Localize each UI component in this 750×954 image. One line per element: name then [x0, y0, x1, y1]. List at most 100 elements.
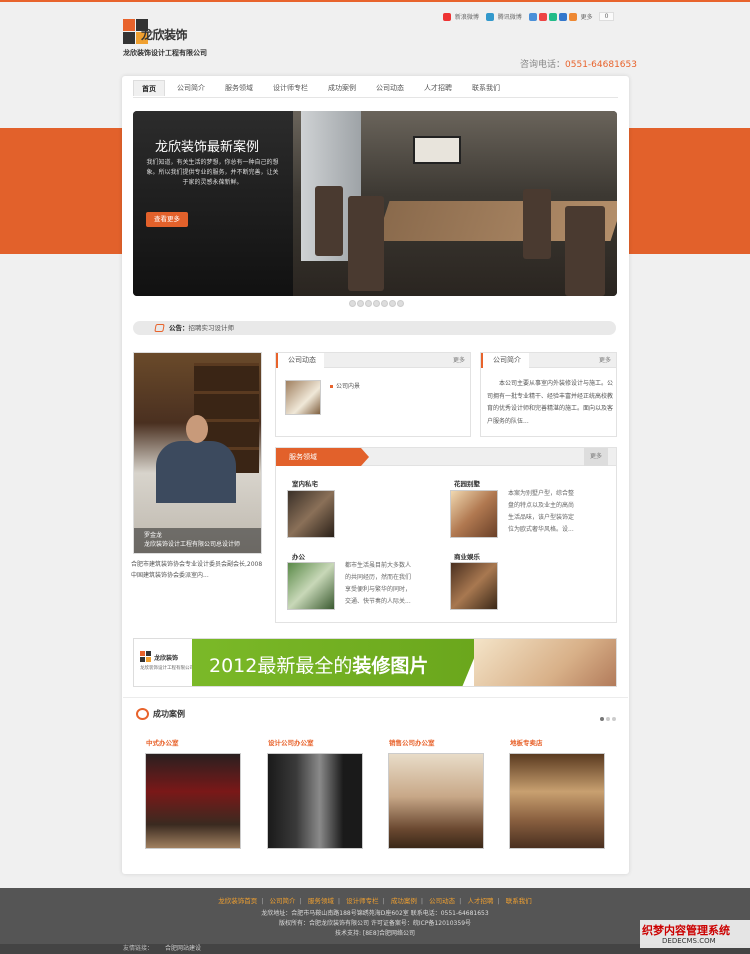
tencent-weibo-icon[interactable] — [485, 12, 494, 21]
case-image[interactable] — [145, 753, 241, 849]
share-plus-icon[interactable] — [568, 12, 577, 21]
footer-link[interactable]: 人才招聘 — [467, 897, 493, 905]
footer-info: 龙欣地址：合肥市马鞍山南路188号锦绣苑海D座602室 联系电话：0551-64… — [0, 909, 750, 939]
site-logo[interactable]: 龙欣装饰 龙欣装饰设计工程有限公司 — [123, 19, 243, 59]
logo-subtitle: 龙欣装饰设计工程有限公司 — [123, 49, 207, 57]
friend-label: 友情链接： — [123, 945, 154, 952]
service-image-residence[interactable] — [287, 490, 335, 538]
friend-links-bar: 友情链接： 合肥网站建设 — [0, 944, 750, 954]
top-accent-line — [0, 0, 750, 2]
notice-bar: 公告：招聘实习设计师 — [133, 321, 616, 335]
service-title-commercial[interactable]: 商业娱乐 — [454, 551, 480, 561]
news-thumbnail[interactable] — [285, 380, 321, 415]
nav-item-services[interactable]: 服务领域 — [217, 80, 261, 96]
qzone-icon[interactable] — [528, 12, 537, 21]
ad-photo — [474, 639, 616, 686]
case-item[interactable]: 销售公司办公室 — [388, 737, 484, 849]
news-more-link[interactable]: 更多 — [453, 353, 465, 368]
notice-text[interactable]: 招聘实习设计师 — [189, 324, 235, 332]
watermark-line2: DEDECMS.COM — [662, 937, 716, 945]
renren-icon[interactable] — [538, 12, 547, 21]
share-more-link[interactable]: 更多 — [581, 12, 593, 21]
ad-logo-text: 龙欣装饰 — [154, 655, 179, 662]
share-bar: 新浪微博 腾讯微博 更多 0 — [443, 12, 615, 24]
case-item[interactable]: 地板专卖店 — [509, 737, 605, 849]
case-image[interactable] — [509, 753, 605, 849]
nav-item-about[interactable]: 公司简介 — [169, 80, 213, 96]
nav-item-contact[interactable]: 联系我们 — [464, 80, 508, 96]
news-title: 公司动态 — [276, 353, 324, 368]
service-title-residence[interactable]: 室内私宅 — [292, 478, 318, 488]
ad-headline: 2012最新最全的装修图片 — [209, 655, 429, 677]
service-image-office[interactable] — [287, 562, 335, 610]
footer: 龙欣装饰首页 | 公司简介 | 服务领域 | 设计师专栏 | 成功案例 | 公司动态 | 人… — [0, 888, 750, 944]
footer-support: 技术支持: [8E8]合肥网络公司 — [334, 930, 416, 937]
footer-link[interactable]: 公司动态 — [429, 897, 455, 905]
banner-pagination[interactable] — [349, 300, 405, 308]
designer-title: 龙欣装饰设计工程有限公司总设计师 — [144, 541, 241, 548]
watermark: 织梦内容管理系统 DEDECMS.COM — [640, 920, 750, 948]
people-icon — [136, 708, 149, 720]
case-title[interactable]: 设计公司办公室 — [267, 737, 363, 753]
banner-photo[interactable] — [293, 111, 617, 296]
about-text: 本公司主要从事室内外装修设计与施工。公司拥有一批专业精干、经验丰富并经正统高校教… — [487, 380, 614, 425]
service-desc-office: 都市生活虽目前大多数人的共同经历，然而在我们享受便利与繁华的同时，交通、快节奏的… — [345, 562, 412, 605]
cases-heading: 成功案例 — [136, 708, 185, 720]
case-title[interactable]: 中式办公室 — [145, 737, 241, 753]
share-tencent-link[interactable]: 腾讯微博 — [498, 12, 522, 21]
nav-item-home[interactable]: 首页 — [133, 80, 165, 96]
service-title-villa[interactable]: 花园别墅 — [454, 478, 480, 488]
banner-more-button[interactable]: 查看更多 — [146, 212, 188, 227]
footer-link[interactable]: 成功案例 — [391, 897, 417, 905]
ad-banner[interactable]: 龙欣装饰 龙欣装饰设计工程有限公司 2012最新最全的装修图片 — [133, 638, 617, 687]
logo-title: 龙欣装饰 — [141, 28, 188, 42]
footer-address: 龙欣地址：合肥市马鞍山南路188号锦绣苑海D座602室 联系电话：0551-64… — [261, 910, 489, 917]
banner-description: 我们知道，有关生活的梦想，你总有一种自己的想象。所以我们提供专业的服务，并不断完… — [146, 159, 279, 186]
case-title[interactable]: 销售公司办公室 — [388, 737, 484, 753]
designer-caption: 罗金龙 龙欣装饰设计工程有限公司总设计师 — [134, 528, 261, 553]
service-image-villa[interactable] — [450, 490, 498, 538]
notice-label: 公告： — [169, 324, 189, 332]
case-item[interactable]: 中式办公室 — [145, 737, 241, 849]
ad-logo-sub: 龙欣装饰设计工程有限公司 — [140, 666, 194, 671]
service-image-commercial[interactable] — [450, 562, 498, 610]
service-title-office[interactable]: 办公 — [292, 551, 305, 561]
designer-name: 罗金龙 — [144, 532, 163, 539]
banner-title: 龙欣装饰最新案例 — [155, 140, 260, 155]
footer-link[interactable]: 联系我们 — [506, 897, 532, 905]
about-title: 公司简介 — [481, 353, 529, 368]
footer-link[interactable]: 设计师专栏 — [346, 897, 379, 905]
case-title[interactable]: 地板专卖店 — [509, 737, 605, 753]
share-sina-link[interactable]: 新浪微博 — [455, 12, 479, 21]
footer-copyright: 版权所有：合肥龙欣装饰有限公司 许可证备案号：皖ICP备12010359号 — [278, 920, 472, 927]
designer-photo[interactable]: 罗金龙 龙欣装饰设计工程有限公司总设计师 — [133, 352, 262, 554]
megaphone-icon — [154, 324, 165, 332]
services-title: 服务领域 — [276, 448, 369, 466]
douban-icon[interactable] — [548, 12, 557, 21]
cases-section: 成功案例 中式办公室 设计公司办公室 销售公司办公室 地板专卖店 — [123, 697, 628, 874]
case-item[interactable]: 设计公司办公室 — [267, 737, 363, 849]
friend-link[interactable]: 合肥网站建设 — [165, 945, 201, 952]
phone-label: 咨询电话： — [520, 60, 566, 70]
weibo-icon[interactable] — [443, 12, 451, 21]
news-box: 公司动态 更多 公司内景 — [275, 352, 471, 437]
footer-link[interactable]: 公司简介 — [270, 897, 296, 905]
news-item[interactable]: 公司内景 — [330, 381, 360, 390]
about-more-link[interactable]: 更多 — [599, 353, 611, 368]
designer-bio: 合肥市建筑装饰协会专业设计委员会副会长,2008中国建筑装饰协会委派室内... — [131, 561, 263, 579]
banner-text-area: 龙欣装饰最新案例 我们知道，有关生活的梦想，你总有一种自己的想象。所以我们提供专… — [133, 111, 293, 296]
nav-item-news[interactable]: 公司动态 — [368, 80, 412, 96]
services-more-link[interactable]: 更多 — [583, 448, 608, 466]
footer-link[interactable]: 服务领域 — [308, 897, 334, 905]
about-box: 公司简介 更多 本公司主要从事室内外装修设计与施工。公司拥有一批专业精干、经验丰… — [480, 352, 617, 437]
footer-link[interactable]: 龙欣装饰首页 — [218, 897, 257, 905]
kaixin-icon[interactable] — [558, 12, 567, 21]
nav-item-designers[interactable]: 设计师专栏 — [265, 80, 316, 96]
case-image[interactable] — [267, 753, 363, 849]
cases-pagination[interactable] — [598, 714, 616, 723]
hero-banner: 龙欣装饰最新案例 我们知道，有关生活的梦想，你总有一种自己的想象。所以我们提供专… — [133, 111, 617, 296]
share-counter: 0 — [598, 12, 615, 21]
nav-item-jobs[interactable]: 人才招聘 — [416, 80, 460, 96]
case-image[interactable] — [388, 753, 484, 849]
nav-item-cases[interactable]: 成功案例 — [320, 80, 364, 96]
